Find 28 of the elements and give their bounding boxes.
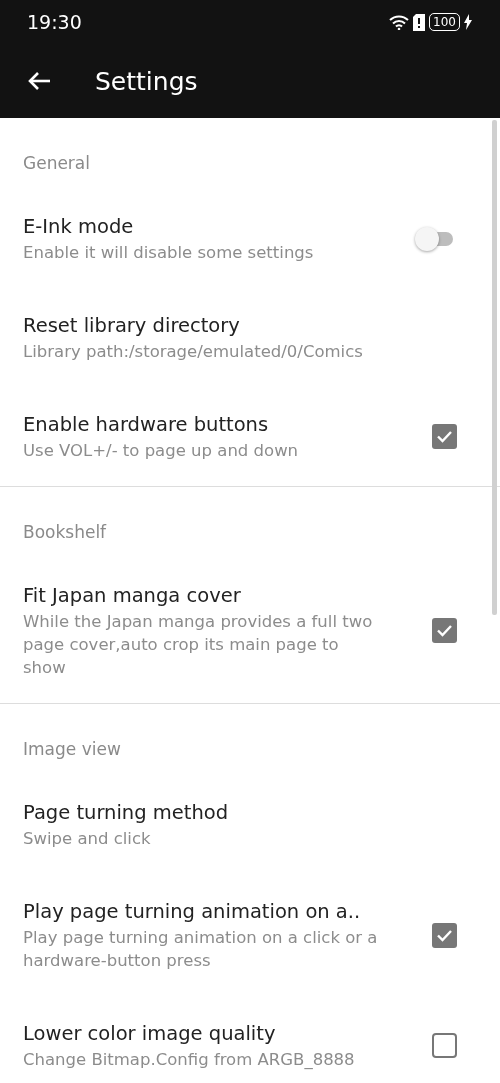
setting-description: While the Japan manga provides a full two page cover,auto crop its main page to show: [23, 611, 374, 679]
setting-title[interactable]: Page turning method: [23, 799, 378, 827]
setting-title[interactable]: E-Ink mode: [23, 213, 378, 241]
section-header: Bookshelf: [22, 521, 108, 544]
charging-icon: [464, 14, 472, 30]
wifi-icon: [389, 14, 410, 30]
checkbox[interactable]: [432, 424, 457, 449]
sim-alert-icon: [413, 13, 426, 31]
setting-title[interactable]: Enable hardware buttons: [23, 411, 378, 439]
setting-description: Library path:/storage/emulated/0/Comics: [23, 341, 364, 363]
status-time: 19:30: [27, 11, 82, 33]
setting-description: Swipe and click: [23, 828, 152, 850]
section-header: Image view: [22, 738, 122, 761]
checkbox[interactable]: [432, 618, 457, 643]
setting-title[interactable]: Fit Japan manga cover: [23, 582, 378, 610]
screen-title: Settings: [95, 66, 198, 96]
battery-level: 100: [429, 13, 460, 31]
setting-description: Change Bitmap.Config from ARGB_8888: [23, 1049, 356, 1071]
checkbox[interactable]: [432, 1033, 457, 1058]
section-header: General: [22, 152, 91, 175]
setting-description: Use VOL+/- to page up and down: [23, 440, 300, 462]
setting-title[interactable]: Reset library directory: [23, 312, 378, 340]
checkbox[interactable]: [432, 922, 457, 948]
back-arrow-icon[interactable]: [27, 71, 51, 91]
setting-title[interactable]: Lower color image quality: [23, 1020, 378, 1048]
setting-description: Play page turning animation on a click or a hardware-button press: [23, 927, 378, 972]
setting-title[interactable]: Play page turning animation on a..: [23, 898, 378, 926]
setting-description: Enable it will disable some settings: [23, 242, 315, 264]
